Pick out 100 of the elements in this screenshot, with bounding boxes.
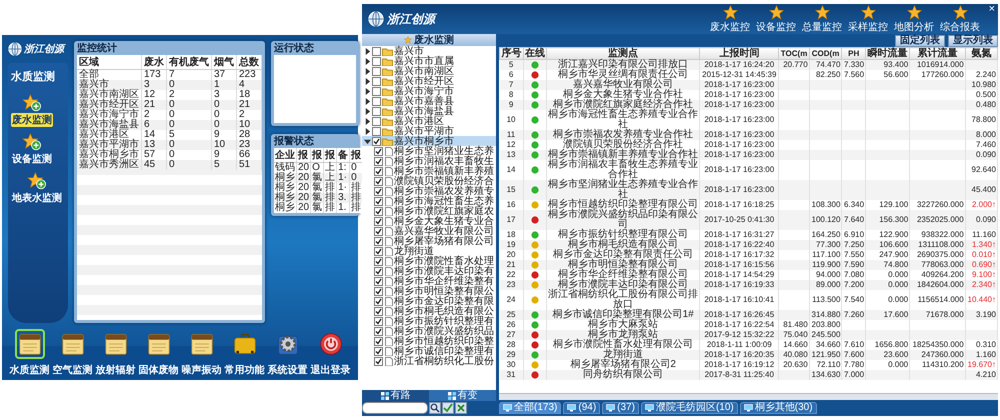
tree-item[interactable]: 桐乡市润福农丰畜牧生: [362, 156, 496, 166]
checkbox[interactable]: [374, 286, 383, 296]
tree-item[interactable]: 桐乡市濮院红旗家庭农: [362, 206, 496, 216]
column-header[interactable]: 累计流量: [910, 48, 966, 60]
tree-item[interactable]: 嘉兴嘉华牧业有限公司: [362, 226, 496, 236]
column-header[interactable]: 报: [296, 148, 311, 162]
checkbox[interactable]: [372, 46, 381, 56]
tree-item[interactable]: 嘉兴市嘉善县: [362, 96, 496, 106]
checkbox[interactable]: [374, 326, 383, 336]
search-button[interactable]: [429, 402, 441, 414]
checkbox[interactable]: [372, 136, 381, 146]
clear-button[interactable]: [455, 402, 467, 414]
checkbox[interactable]: [372, 86, 381, 96]
checkbox[interactable]: [374, 266, 383, 276]
dock-item[interactable]: 退出登录: [310, 329, 350, 377]
checkbox[interactable]: [374, 346, 383, 356]
filter-tab[interactable]: 全部(173): [499, 402, 562, 414]
nav-button[interactable]: 设备监控: [756, 4, 796, 34]
tree-item[interactable]: 嘉兴市市直属: [362, 56, 496, 66]
search-field[interactable]: [362, 402, 428, 414]
nav-button[interactable]: 地图分析: [894, 4, 934, 34]
column-header[interactable]: 废水: [142, 55, 166, 70]
view-button[interactable]: 显示列表: [948, 35, 998, 47]
view-button[interactable]: 固定列表: [895, 35, 945, 47]
checkbox[interactable]: [374, 356, 383, 366]
checkbox[interactable]: [374, 146, 383, 156]
checkbox[interactable]: [372, 106, 381, 116]
checkbox[interactable]: [374, 246, 383, 256]
tree-item[interactable]: 龙翔街道: [362, 246, 496, 256]
column-header[interactable]: 总数: [236, 55, 262, 70]
tree-item[interactable]: 桐乡市诚信印染整理有: [362, 346, 496, 356]
tree-item[interactable]: 濮院镇贝荣股份经济合: [362, 176, 496, 186]
checkbox[interactable]: [372, 126, 381, 136]
tree-item[interactable]: 嘉兴市港区: [362, 116, 496, 126]
checkbox[interactable]: [374, 176, 383, 186]
tree-item[interactable]: 桐乡市金达印染整有限: [362, 296, 496, 306]
checkbox[interactable]: [374, 296, 383, 306]
tree-item[interactable]: 浙江省桐纺织化工股份: [362, 356, 496, 366]
checkbox[interactable]: [374, 226, 383, 236]
column-header[interactable]: 报: [310, 148, 324, 162]
column-header[interactable]: 在线: [523, 48, 547, 60]
sidebar-item[interactable]: 设备监测: [11, 133, 53, 166]
tree-item[interactable]: 桐乡市明恒染整有限公: [362, 286, 496, 296]
tree-item[interactable]: 嘉兴市海盐县: [362, 106, 496, 116]
dock-item[interactable]: 水质监测: [10, 329, 50, 377]
column-header[interactable]: 报: [350, 148, 363, 162]
checkbox[interactable]: [374, 216, 383, 226]
checkbox[interactable]: [374, 186, 383, 196]
tree-item[interactable]: 桐乡市华企纤维染整有: [362, 276, 496, 286]
tree-item[interactable]: 嘉兴市平湖市: [362, 126, 496, 136]
dock-item[interactable]: 噪声振动: [182, 329, 222, 377]
tree-item[interactable]: 桐乡金大象生猪专业合: [362, 216, 496, 226]
sidebar-item[interactable]: 地表水监测: [11, 172, 63, 205]
nav-button[interactable]: 采样监控: [848, 4, 888, 34]
tree-item[interactable]: 桐乡市濮院性畜水处理: [362, 256, 496, 266]
column-header[interactable]: 备: [336, 148, 350, 162]
filter-tab[interactable]: 桐乡其他(30): [740, 402, 817, 414]
tree-item[interactable]: 桐乡屠宰场猪有限公司: [362, 236, 496, 246]
filter-tab[interactable]: (37): [602, 402, 639, 414]
column-header[interactable]: 序号: [500, 48, 524, 60]
column-header[interactable]: 有机废气: [166, 55, 212, 70]
nav-button[interactable]: 综合报表: [940, 4, 980, 34]
checkbox[interactable]: [372, 66, 381, 76]
column-header[interactable]: TOC(m: [778, 48, 810, 60]
nav-button[interactable]: 废水监控: [710, 4, 750, 34]
tree-tab[interactable]: 有路: [362, 390, 429, 401]
tree-item[interactable]: 嘉兴市桐乡市: [362, 136, 496, 146]
close-button[interactable]: ×: [988, 4, 995, 15]
tree-item[interactable]: 嘉兴市海宁市: [362, 86, 496, 96]
checkbox[interactable]: [372, 116, 381, 126]
column-header[interactable]: 监测点: [546, 48, 700, 60]
checkbox[interactable]: [372, 56, 381, 66]
filter-tab[interactable]: (94): [563, 402, 600, 414]
checkbox[interactable]: [374, 256, 383, 266]
sidebar-item[interactable]: 废水监测: [11, 94, 53, 127]
checkbox[interactable]: [374, 166, 383, 176]
tree-item[interactable]: 桐乡市濮院兴盛纺织品: [362, 326, 496, 336]
dock-item[interactable]: 系统设置: [268, 329, 308, 377]
checkbox[interactable]: [374, 156, 383, 166]
column-header[interactable]: 烟气: [212, 55, 236, 70]
checkbox[interactable]: [374, 306, 383, 316]
tree-item[interactable]: 嘉兴市经开区: [362, 76, 496, 86]
column-header[interactable]: 上报时间: [700, 48, 779, 60]
column-header[interactable]: COD(m: [809, 48, 842, 60]
tree-item[interactable]: 嘉兴市: [362, 46, 496, 56]
tree-tab[interactable]: 有变: [429, 390, 496, 401]
column-header[interactable]: 企业: [274, 148, 296, 162]
dock-item[interactable]: 放射辐射: [96, 329, 136, 377]
dock-item[interactable]: 空气监测: [52, 329, 92, 377]
dock-item[interactable]: 常用功能: [224, 329, 264, 377]
checkbox[interactable]: [374, 206, 383, 216]
nav-button[interactable]: 总量监控: [802, 4, 842, 34]
tree-item[interactable]: 桐乡市振纺针织整理有: [362, 316, 496, 326]
tree-item[interactable]: 桐乡市崇福镇新丰养殖: [362, 166, 496, 176]
checkbox[interactable]: [374, 316, 383, 326]
column-header[interactable]: 瞬时流量: [866, 48, 910, 60]
tree-item[interactable]: 桐乡市海冠性畜生态养: [362, 196, 496, 206]
column-header[interactable]: PH: [842, 48, 866, 60]
checkbox[interactable]: [372, 76, 381, 86]
tree-item[interactable]: 桐乡市桐毛织造有限公: [362, 306, 496, 316]
